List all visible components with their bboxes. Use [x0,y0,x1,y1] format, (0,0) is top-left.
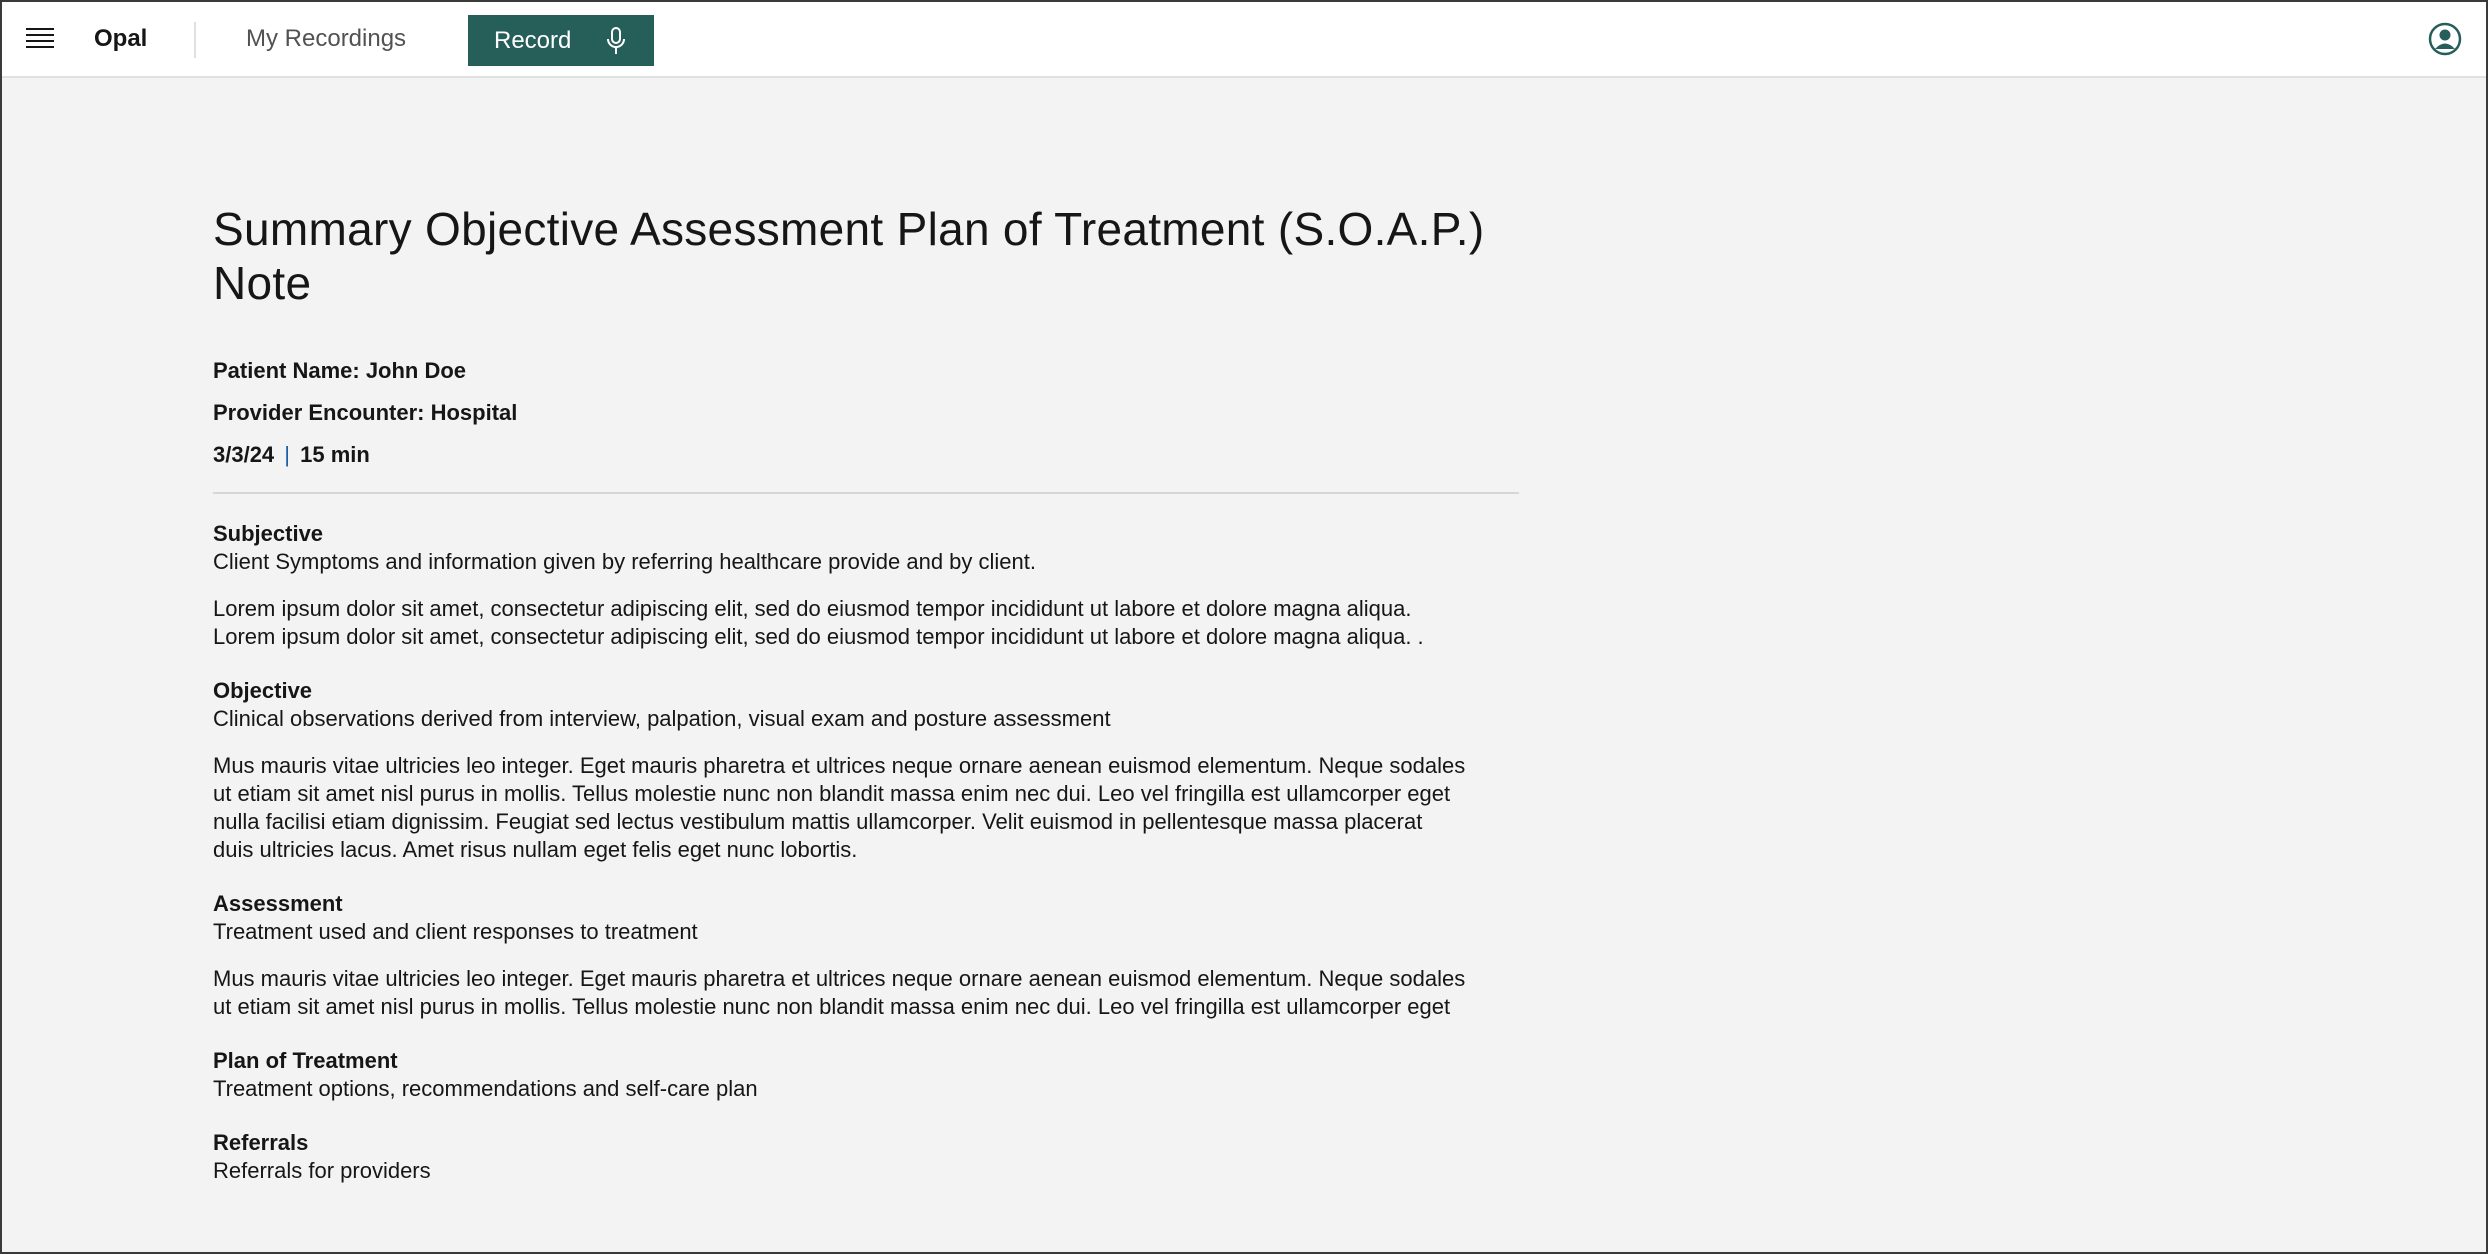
section-body: Mus mauris vitae ultricies leo integer. … [213,965,1519,1021]
user-avatar-icon[interactable] [2428,22,2462,56]
patient-name: Patient Name: John Doe [213,358,467,383]
section-description: Clinical observations derived from inter… [213,706,1111,731]
record-button-label: Record [494,26,572,54]
provider-encounter: Provider Encounter: Hospital [213,400,518,425]
record-button[interactable]: Record [468,15,654,66]
microphone-icon [607,27,625,54]
encounter-date: 3/3/24 [213,442,275,467]
section-subjective: Subjective Client Symptoms and informati… [213,520,1519,651]
section-body: Lorem ipsum dolor sit amet, consectetur … [213,595,1519,651]
section-objective: Objective Clinical observations derived … [213,677,1519,864]
section-description: Treatment options, recommendations and s… [213,1076,758,1101]
body-line: ut etiam sit amet nisl purus in mollis. … [213,994,1451,1019]
page-title: Summary Objective Assessment Plan of Tre… [213,203,1485,309]
hamburger-menu-icon[interactable] [26,28,54,50]
encounter-date-duration: 3/3/24 | 15 min [213,442,1519,484]
section-body: Mus mauris vitae ultricies leo integer. … [213,752,1519,864]
body-line: nulla facilisi etiam dignissim. Feugiat … [213,809,1423,834]
section-plan-of-treatment: Plan of Treatment Treatment options, rec… [213,1047,1519,1103]
section-description: Referrals for providers [213,1158,431,1183]
encounter-meta: Patient Name: John Doe Provider Encounte… [213,358,1519,484]
body-line: Lorem ipsum dolor sit amet, consectetur … [213,596,1412,621]
app-brand[interactable]: Opal [94,25,147,53]
body-line: duis ultricies lacus. Amet risus nullam … [213,837,858,862]
section-assessment: Assessment Treatment used and client res… [213,890,1519,1021]
section-description: Client Symptoms and information given by… [213,549,1036,574]
soap-note: Summary Objective Assessment Plan of Tre… [213,202,1519,1185]
nav-my-recordings[interactable]: My Recordings [246,25,406,53]
body-line: Mus mauris vitae ultricies leo integer. … [213,753,1466,778]
top-navigation-bar: Opal My Recordings Record [2,2,2486,78]
section-heading: Referrals [213,1130,309,1155]
section-heading: Assessment [213,891,343,916]
section-divider [213,492,1519,494]
section-heading: Plan of Treatment [213,1048,398,1073]
section-heading: Objective [213,678,313,703]
body-line: Mus mauris vitae ultricies leo integer. … [213,966,1466,991]
section-description: Treatment used and client responses to t… [213,919,698,944]
section-referrals: Referrals Referrals for providers [213,1129,1519,1185]
body-line: ut etiam sit amet nisl purus in mollis. … [213,781,1451,806]
body-line: Lorem ipsum dolor sit amet, consectetur … [213,624,1424,649]
encounter-duration: 15 min [300,442,370,467]
section-heading: Subjective [213,521,324,546]
meta-separator: | [284,442,291,467]
nav-divider [194,22,196,58]
